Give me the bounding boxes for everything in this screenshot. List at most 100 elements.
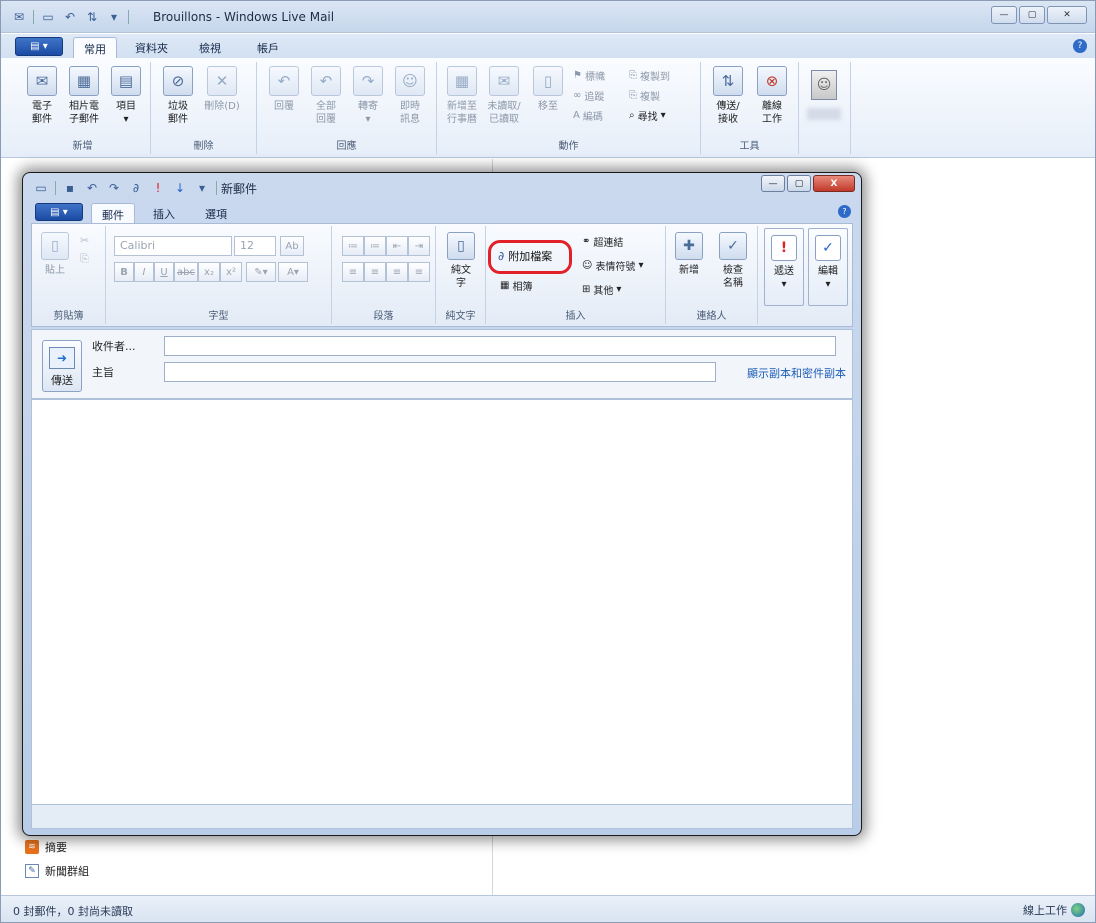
show-cc-bcc-link[interactable]: 顯示副本和密件副本 [747, 365, 846, 381]
reply-button[interactable]: ↶ 回覆 [263, 66, 305, 113]
tab-accounts[interactable]: 帳戶 [247, 37, 289, 58]
copy-button[interactable]: ⎘ 複製 [629, 88, 660, 103]
items-label: 項目 [116, 101, 136, 112]
maximize-button[interactable]: ▢ [787, 175, 811, 192]
to-field[interactable] [164, 336, 836, 356]
close-button[interactable]: ✕ [1047, 6, 1087, 24]
send-receive-label: 傳送/ 接收 [716, 101, 740, 125]
copy-to-button[interactable]: ⎘ 複製到 [629, 68, 670, 83]
photo-email-button[interactable]: ▦ 相片電 子郵件 [63, 66, 105, 126]
tab-options[interactable]: 選項 [195, 203, 237, 223]
move-to-button[interactable]: ▯ 移至 [527, 66, 569, 113]
tab-folders[interactable]: 資料夾 [125, 37, 178, 58]
photo-album-button[interactable]: ▦ 相簿 [500, 278, 532, 293]
font-size-select[interactable]: 12 [234, 236, 276, 256]
other-button[interactable]: ⊞ 其他 ▾ [582, 282, 621, 297]
compose-app-menu-button[interactable]: ▤ ▾ [35, 203, 83, 221]
reply-icon[interactable]: ↶ [62, 9, 78, 25]
subscript-button[interactable]: x₂ [198, 262, 220, 282]
send-button[interactable]: ➜ 傳送 [42, 340, 82, 392]
customize-qat-icon[interactable]: ▾ [106, 9, 122, 25]
decrease-indent-button[interactable]: ⇤ [386, 236, 408, 256]
tab-insert[interactable]: 插入 [143, 203, 185, 223]
forward-button[interactable]: ↷ 轉寄 ▾ [347, 66, 389, 126]
maximize-button[interactable]: ▢ [1019, 6, 1045, 24]
emoticon-button[interactable]: ☺ 表情符號 ▾ [582, 258, 643, 273]
tab-home[interactable]: 常用 [73, 37, 117, 58]
align-left-button[interactable]: ≡ [342, 262, 364, 282]
customize-qat-icon[interactable]: ▾ [194, 180, 210, 196]
edit-dropdown[interactable]: ✓ 編輯 ▾ [808, 228, 848, 306]
minimize-button[interactable]: — [991, 6, 1017, 24]
hyperlink-button[interactable]: ⚭ 超連結 [582, 234, 623, 249]
watch-button[interactable]: ∞ 追蹤 [573, 88, 604, 103]
junk-button[interactable]: ⊘ 垃圾 郵件 [157, 66, 199, 126]
align-center-button[interactable]: ≡ [364, 262, 386, 282]
reply-all-button[interactable]: ↶ 全部 回覆 [305, 66, 347, 126]
other-icon: ⊞ [582, 284, 591, 295]
redo-icon[interactable]: ↷ [106, 180, 122, 196]
feeds-item[interactable]: ≋ 摘要 [25, 839, 67, 855]
new-contact-button[interactable]: ✚ 新增 [668, 232, 710, 277]
find-button[interactable]: ⌕ 尋找 ▾ [629, 108, 666, 123]
delete-button[interactable]: ✕ 刪除(D) [201, 66, 243, 113]
subject-field[interactable] [164, 362, 716, 382]
italic-button[interactable]: I [134, 262, 154, 282]
new-contact-label: 新增 [679, 265, 699, 276]
high-priority-icon[interactable]: ! [150, 180, 166, 196]
superscript-button[interactable]: x² [220, 262, 242, 282]
message-body[interactable] [31, 399, 853, 805]
add-to-calendar-button[interactable]: ▦ 新增至 行事曆 [441, 66, 483, 126]
message-count: 0 封郵件，0 封尚未讀取 [13, 905, 133, 918]
paste-button[interactable]: ▯ 貼上 [34, 232, 76, 277]
low-priority-icon[interactable]: ↓ [172, 180, 188, 196]
number-list-button[interactable]: ≔ [364, 236, 386, 256]
attach-label: 附加檔案 [508, 250, 553, 263]
check-names-button[interactable]: ✓ 檢查 名稱 [712, 232, 754, 290]
flag-button[interactable]: ⚑ 標幟 [573, 68, 605, 83]
avatar[interactable]: ☺ [811, 70, 837, 100]
priority-dropdown[interactable]: ! 遞送 ▾ [764, 228, 804, 306]
help-icon[interactable]: ? [838, 205, 851, 218]
send-receive-button[interactable]: ⇅ 傳送/ 接收 [707, 66, 749, 126]
to-label[interactable]: 收件者... [92, 338, 136, 354]
align-right-button[interactable]: ≡ [386, 262, 408, 282]
highlight-button[interactable]: ✎▾ [246, 262, 276, 282]
minimize-button[interactable]: — [761, 175, 785, 192]
send-label: 傳送 [51, 374, 73, 387]
help-icon[interactable]: ? [1073, 39, 1087, 53]
send-receive-icon[interactable]: ⇅ [84, 9, 100, 25]
encoding-button[interactable]: A 編碼 [573, 108, 603, 123]
instant-message-button[interactable]: ☺ 即時 訊息 [389, 66, 431, 126]
work-offline-button[interactable]: ⊗ 離線 工作 [751, 66, 793, 126]
app-menu-button[interactable]: ▤ ▾ [15, 37, 63, 56]
increase-indent-button[interactable]: ⇥ [408, 236, 430, 256]
save-icon[interactable]: ▪ [62, 180, 78, 196]
paperclip-icon[interactable]: ∂ [128, 180, 144, 196]
cut-icon[interactable]: ✂ [80, 234, 89, 247]
attach-file-button[interactable]: ∂ 附加檔案 [498, 248, 552, 264]
new-email-icon[interactable]: ▭ [40, 9, 56, 25]
unread-read-button[interactable]: ✉ 未讀取/ 已讀取 [483, 66, 525, 126]
tab-message[interactable]: 郵件 [91, 203, 135, 223]
album-label: 相簿 [512, 282, 533, 293]
font-family-select[interactable]: Calibri [114, 236, 232, 256]
justify-button[interactable]: ≡ [408, 262, 430, 282]
bullet-list-button[interactable]: ≔ [342, 236, 364, 256]
online-status[interactable]: 線上工作 [1023, 902, 1085, 918]
undo-icon[interactable]: ↶ [84, 180, 100, 196]
copy-icon[interactable]: ⎘ [80, 252, 89, 266]
close-button[interactable]: X [813, 175, 855, 192]
email-message-button[interactable]: ✉ 電子 郵件 [21, 66, 63, 126]
items-button[interactable]: ▤ 項目 ▾ [105, 66, 147, 126]
tab-view[interactable]: 檢視 [189, 37, 231, 58]
strikethrough-button[interactable]: abc [174, 262, 198, 282]
newsgroups-item[interactable]: ✎ 新聞群組 [25, 863, 89, 879]
font-color-button[interactable]: A▾ [278, 262, 308, 282]
photo-email-label: 相片電 子郵件 [69, 101, 99, 125]
underline-button[interactable]: U [154, 262, 174, 282]
plain-text-button[interactable]: ▯ 純文 字 [440, 232, 482, 290]
bold-button[interactable]: B [114, 262, 134, 282]
text-style-icon[interactable]: Ab [280, 236, 304, 256]
group-label: 插入 [565, 311, 586, 322]
